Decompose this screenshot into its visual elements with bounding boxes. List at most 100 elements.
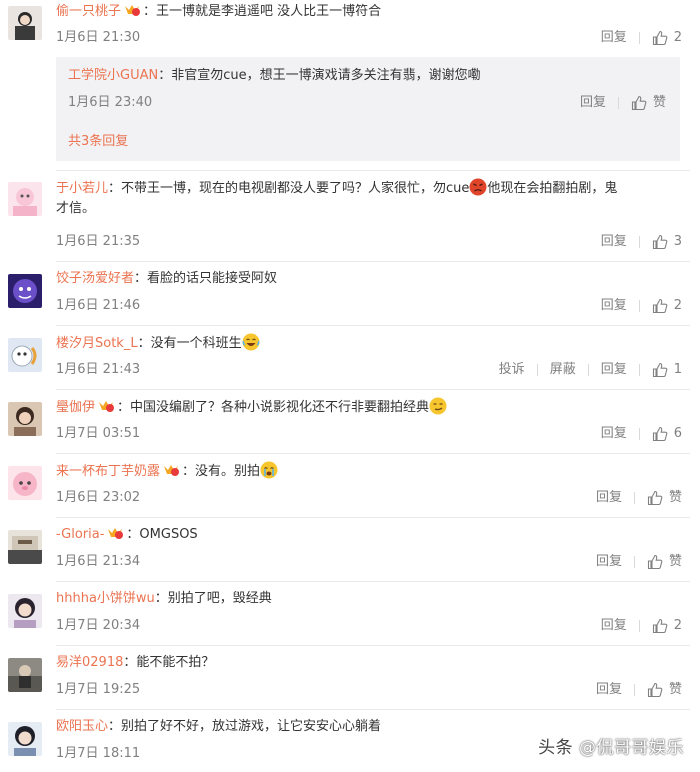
watermark-logo: 头条 [538,738,574,758]
like-count: 2 [673,618,682,633]
username[interactable]: 偷一只桃子 [56,4,121,19]
username[interactable]: 楼汐月Sotk_L [56,336,138,351]
smirk-face-emoji-icon [429,397,447,415]
comment-text: 才信。 [56,201,96,216]
avatar[interactable] [8,530,42,564]
comment-text: ：不带王一博，现在的电视剧都没人要了吗？人家很忙，勿cue [108,181,470,196]
watermark: 头条 @侃哥哥娱乐 [538,733,684,758]
reply-text: ：非官宣勿cue，想王一博演戏请多关注有翡，谢谢您嘞 [158,68,481,83]
username[interactable]: 于小若儿 [56,181,108,196]
divider [56,261,690,262]
comment-text: ：别拍了吧，毁经典 [154,591,272,606]
reply-button[interactable]: 回复 [589,361,639,379]
reply-button[interactable]: 回复 [589,29,639,47]
comment-text: ：没有一个科班生 [137,336,242,351]
sub-reply-box: 工学院小GUAN：非官宣勿cue，想王一博演戏请多关注有翡，谢谢您嘞 1月6日 … [56,57,680,161]
complain-button[interactable]: 投诉 [487,361,537,379]
like-button[interactable]: 2 [640,29,682,47]
comment-text: ：王一博就是李逍遥吧 没人比王一博符合 [143,4,382,19]
comment-time: 1月6日 23:02 [56,490,141,505]
divider [56,325,690,326]
comment-text: ：OMGSOS [126,527,198,542]
like-button[interactable]: 2 [640,617,682,635]
reply-button[interactable]: 回复 [584,553,634,571]
like-button[interactable]: 6 [640,425,682,443]
username[interactable]: 饺子汤爱好者 [56,271,134,286]
divider [56,709,690,710]
divider [56,645,690,646]
angry-face-emoji-icon [469,178,487,196]
comment-time: 1月6日 21:35 [56,234,141,249]
comment-text: ：看脸的话只能接受阿奴 [134,271,278,286]
username[interactable]: 易洋02918 [56,655,123,670]
thumbs-up-icon [652,362,668,378]
divider [56,453,690,454]
view-more-replies-link[interactable]: 共3条回复 [68,133,128,151]
reply-time: 1月6日 23:40 [68,95,153,110]
reply-button[interactable]: 回复 [584,489,634,507]
watermark-handle: @侃哥哥娱乐 [579,738,684,758]
thumbs-up-icon [631,95,647,111]
like-button[interactable]: 3 [640,233,682,251]
crying-face-emoji-icon [260,461,278,479]
comment-time: 1月6日 21:46 [56,298,141,313]
like-button[interactable]: 2 [640,297,682,315]
username[interactable]: 来一杯布丁芋奶露 [56,464,160,479]
avatar[interactable] [8,182,42,216]
comment-text: ：中国没编剧了？各种小说影视化还不行非要翻拍经典 [117,400,430,415]
avatar[interactable] [8,338,42,372]
avatar[interactable] [8,274,42,308]
like-button[interactable]: 赞 [635,681,682,699]
vip-badge-icon [123,3,141,17]
avatar[interactable] [8,402,42,436]
comment-time: 1月6日 21:43 [56,362,141,377]
reply-username[interactable]: 工学院小GUAN [68,68,158,83]
like-button[interactable]: 赞 [635,489,682,507]
thumbs-up-icon [647,682,663,698]
reply-button[interactable]: 回复 [589,297,639,315]
like-count: 1 [673,362,682,377]
avatar[interactable] [8,658,42,692]
reply-button[interactable]: 回复 [584,681,634,699]
like-label: 赞 [668,682,682,697]
comment-time: 1月7日 18:11 [56,746,141,761]
comment-text: ：没有。别拍 [182,464,261,479]
thumbs-up-icon [652,234,668,250]
thumbs-up-icon [652,298,668,314]
avatar[interactable] [8,594,42,628]
comment-time: 1月7日 03:51 [56,426,141,441]
divider [56,581,690,582]
comment-time: 1月6日 21:30 [56,30,141,45]
avatar[interactable] [8,466,42,500]
avatar[interactable] [8,722,42,756]
comment-time: 1月7日 19:25 [56,682,141,697]
comment-time: 1月6日 21:34 [56,554,141,569]
username[interactable]: 璺伽伊 [56,400,95,415]
like-button[interactable]: 1 [640,361,682,379]
like-count: 2 [673,30,682,45]
reply-button[interactable]: 回复 [589,425,639,443]
divider [56,170,690,171]
comment-time: 1月7日 20:34 [56,618,141,633]
divider [56,517,690,518]
reply-button[interactable]: 回复 [589,233,639,251]
vip-badge-icon [106,526,124,540]
username[interactable]: hhhha小饼饼wu [56,591,155,606]
thumbs-up-icon [647,490,663,506]
thumbs-up-icon [652,618,668,634]
username[interactable]: -Gloria- [56,527,104,542]
avatar[interactable] [8,6,42,40]
divider [56,389,690,390]
like-count: 2 [673,298,682,313]
thumbs-up-icon [652,30,668,46]
like-label: 赞 [652,95,666,110]
reply-button[interactable]: 回复 [568,94,618,112]
block-button[interactable]: 屏蔽 [538,361,588,379]
like-button[interactable]: 赞 [619,94,666,112]
reply-button[interactable]: 回复 [589,617,639,635]
comment-text: 他现在会拍翻拍剧，鬼 [487,181,618,196]
username[interactable]: 欧阳玉心 [56,719,108,734]
like-button[interactable]: 赞 [635,553,682,571]
laughing-face-emoji-icon [242,333,260,351]
comment-text: ：能不能不拍？ [123,655,215,670]
